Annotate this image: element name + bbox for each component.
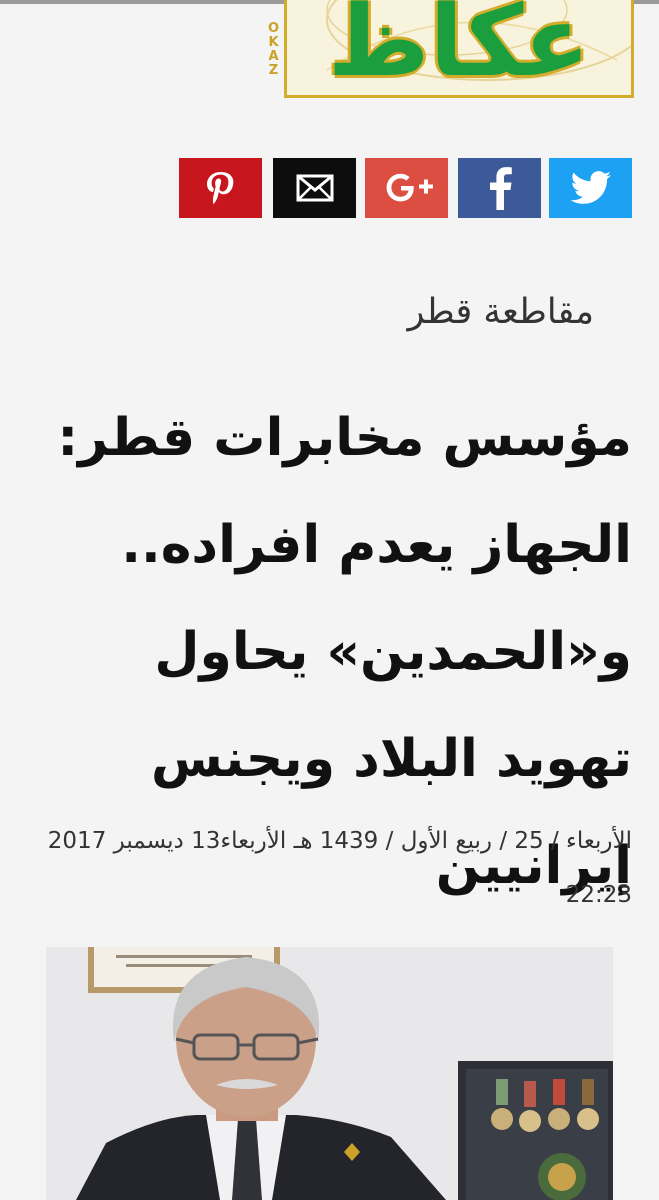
google-plus-icon xyxy=(386,173,433,202)
article-category[interactable]: مقاطعة قطر xyxy=(407,292,594,332)
logo-latin-text: OKAZ xyxy=(266,21,281,77)
share-email-button[interactable] xyxy=(273,158,356,218)
share-google-plus-button[interactable] xyxy=(365,158,448,218)
okaz-logo[interactable]: OKAZ عكاظ xyxy=(264,0,634,98)
logo-emblem: عكاظ xyxy=(284,0,634,98)
portrait-photo xyxy=(46,947,613,1200)
pinterest-icon xyxy=(206,172,233,205)
share-twitter-button[interactable] xyxy=(549,158,632,218)
share-bar xyxy=(179,158,632,218)
article-dateline: الأربعاء / 25 / ربيع الأول / 1439 هـ الأ… xyxy=(47,828,632,908)
logo-arabic-text: عكاظ xyxy=(327,0,591,98)
share-pinterest-button[interactable] xyxy=(179,158,262,218)
twitter-icon xyxy=(570,171,611,204)
article-photo xyxy=(46,947,613,1200)
envelope-icon xyxy=(296,174,333,202)
share-facebook-button[interactable] xyxy=(458,158,541,218)
facebook-icon xyxy=(489,167,512,210)
